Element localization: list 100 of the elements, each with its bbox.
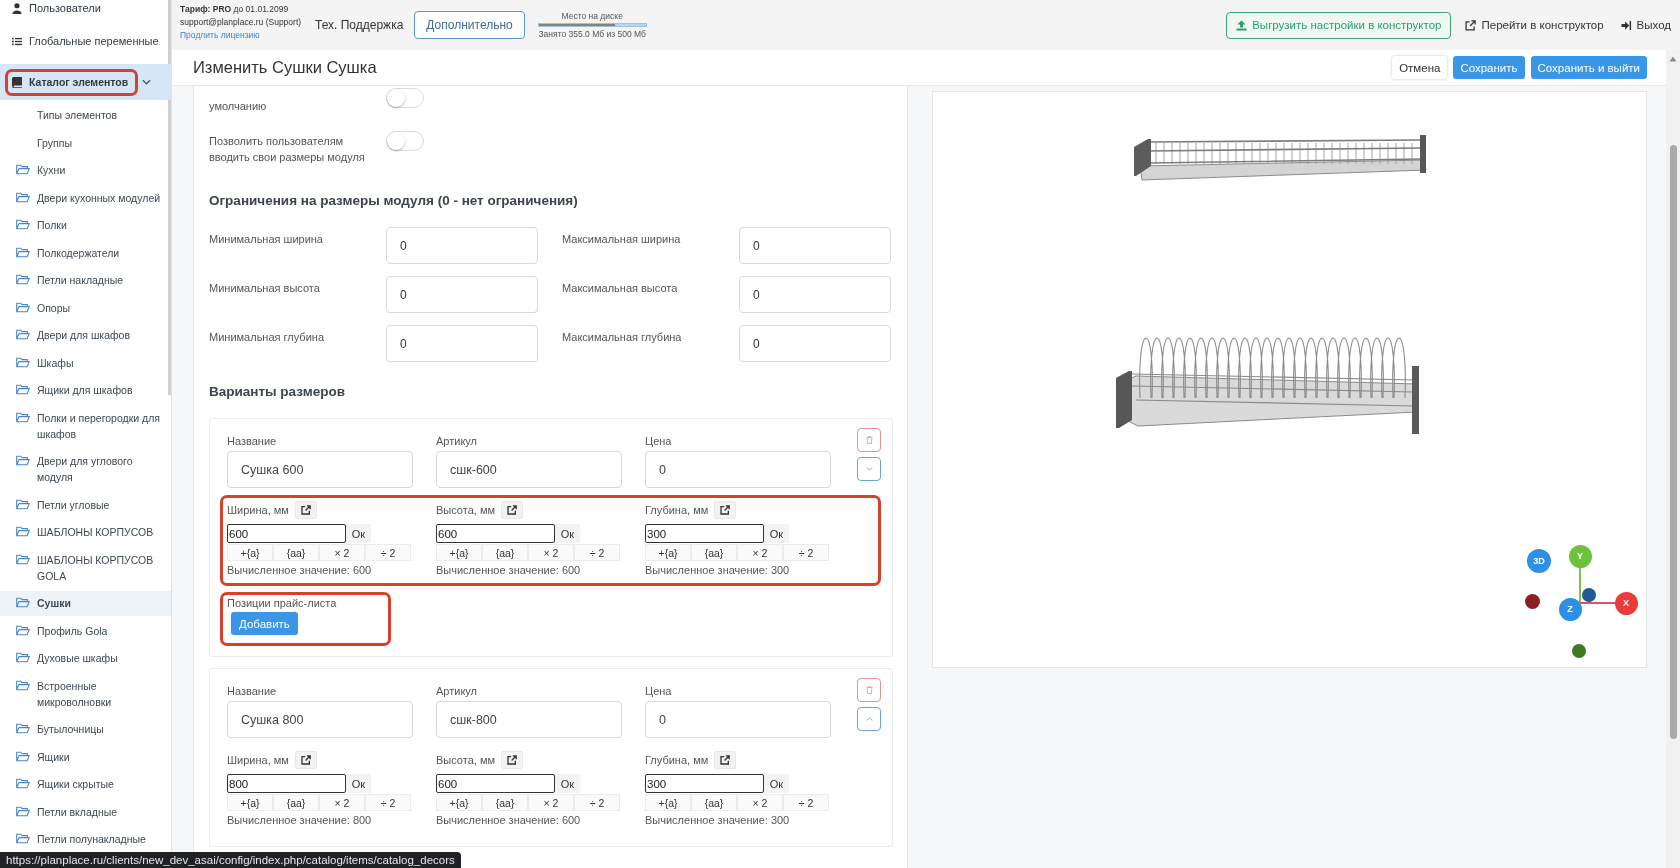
input-field[interactable]: 0 (386, 227, 538, 264)
external-link-button[interactable] (714, 751, 737, 769)
sidebar-item[interactable]: Ящики скрытые (0, 772, 171, 797)
formula-button[interactable]: ÷ 2 (365, 794, 411, 811)
formula-button[interactable]: × 2 (319, 544, 365, 561)
formula-button[interactable]: ÷ 2 (783, 544, 829, 561)
sidebar-item[interactable]: Петли накладные (0, 268, 171, 293)
formula-button[interactable]: ÷ 2 (783, 794, 829, 811)
formula-button[interactable]: × 2 (737, 544, 783, 561)
sidebar-item[interactable]: Шкафы (0, 350, 171, 375)
formula-button[interactable]: {aa} (482, 544, 528, 561)
input-field[interactable]: 600 (227, 524, 346, 543)
sidebar-item[interactable]: Профиль Gola (0, 618, 171, 643)
input-field[interactable]: 0 (386, 276, 538, 313)
formula-button[interactable]: {aa} (273, 794, 319, 811)
sidebar-item[interactable]: Пользователи (0, 0, 171, 27)
sidebar-item[interactable]: Типы элементов (0, 103, 171, 128)
sidebar-item[interactable]: Опоры (0, 295, 171, 320)
formula-button[interactable]: +{a} (227, 794, 273, 811)
formula-button[interactable]: ÷ 2 (365, 544, 411, 561)
more-button[interactable]: Дополнительно (414, 11, 525, 39)
ok-button[interactable]: Ок (764, 524, 789, 543)
formula-button[interactable]: +{a} (436, 794, 482, 811)
input-field[interactable]: 600 (436, 774, 555, 793)
formula-button[interactable]: {aa} (691, 794, 737, 811)
input-field[interactable]: 300 (645, 774, 764, 793)
axis-button[interactable]: X (1614, 591, 1638, 615)
external-link-button[interactable] (294, 751, 317, 769)
formula-button[interactable]: × 2 (528, 544, 574, 561)
input-field[interactable]: 300 (645, 524, 764, 543)
sidebar-item[interactable]: Двери кухонных модулей (0, 185, 171, 210)
input-field[interactable]: сшк-800 (436, 701, 622, 738)
sidebar-item[interactable]: Полки и перегородки для шкафов (0, 405, 171, 446)
input-field[interactable]: 600 (436, 524, 555, 543)
sidebar-item[interactable]: Полки (0, 213, 171, 238)
sidebar-item[interactable]: Бутылочницы (0, 717, 171, 742)
formula-button[interactable]: ÷ 2 (574, 544, 620, 561)
formula-button[interactable]: {aa} (691, 544, 737, 561)
sidebar-item[interactable]: Каталог элементов (0, 64, 171, 100)
sidebar-item[interactable]: Двери для шкафов (0, 323, 171, 348)
input-field[interactable]: 800 (227, 774, 346, 793)
sidebar-item[interactable]: Петли угловые (0, 492, 171, 517)
input-field[interactable]: Сушка 600 (227, 451, 413, 488)
input-field[interactable]: 0 (739, 276, 891, 313)
sidebar-item[interactable]: Встроенные микроволновки (0, 673, 171, 714)
formula-button[interactable]: {aa} (482, 794, 528, 811)
external-link-button[interactable] (294, 501, 317, 519)
formula-button[interactable]: ÷ 2 (574, 794, 620, 811)
input-field[interactable]: 0 (739, 227, 891, 264)
sidebar-item[interactable]: ШАБЛОНЫ КОРПУСОВ (0, 520, 171, 545)
renew-license-link[interactable]: Продлить лицензию (180, 29, 260, 42)
formula-button[interactable]: × 2 (319, 794, 365, 811)
sidebar-item[interactable]: Глобальные переменные (0, 27, 171, 55)
input-field[interactable]: 0 (645, 451, 831, 488)
formula-button[interactable]: +{a} (645, 794, 691, 811)
scrollbar-thumb[interactable] (168, 0, 171, 395)
sidebar-item[interactable]: Петли полунакладные (0, 827, 171, 852)
formula-button[interactable]: +{a} (645, 544, 691, 561)
scroll-up-icon[interactable] (1669, 56, 1677, 62)
sidebar-item[interactable]: Кухни (0, 158, 171, 183)
input-field[interactable]: сшк-600 (436, 451, 622, 488)
input-field[interactable]: 0 (645, 701, 831, 738)
input-field[interactable]: 0 (739, 325, 891, 362)
input-field[interactable]: 0 (386, 325, 538, 362)
formula-button[interactable]: +{a} (227, 544, 273, 561)
formula-button[interactable]: +{a} (436, 544, 482, 561)
toggle-switch[interactable] (386, 88, 424, 108)
ok-button[interactable]: Ок (555, 774, 580, 793)
sidebar-item[interactable]: Ящики (0, 744, 171, 769)
sidebar-item[interactable]: Духовые шкафы (0, 646, 171, 671)
axis-dot-icon[interactable] (1524, 593, 1540, 609)
sidebar-item[interactable]: Петли вкладные (0, 799, 171, 824)
axis-dot-icon[interactable] (1572, 644, 1586, 658)
ok-button[interactable]: Ок (346, 774, 371, 793)
support-link[interactable]: Тех. Поддержка (315, 18, 404, 32)
external-link-button[interactable] (501, 751, 523, 769)
toggle-switch[interactable] (386, 131, 424, 151)
move-button[interactable] (857, 457, 881, 481)
ok-button[interactable]: Ок (764, 774, 789, 793)
formula-button[interactable]: × 2 (528, 794, 574, 811)
external-link-button[interactable] (501, 501, 523, 519)
move-button[interactable] (857, 707, 881, 731)
scrollbar-thumb[interactable] (1669, 145, 1677, 739)
formula-button[interactable]: {aa} (273, 544, 319, 561)
sidebar-item[interactable]: ШАБЛОНЫ КОРПУСОВ GOLA (0, 547, 171, 588)
ok-button[interactable]: Ок (346, 524, 371, 543)
logout-link[interactable]: Выход (1620, 19, 1671, 31)
axis-dot-icon[interactable] (1582, 588, 1596, 602)
sidebar-item[interactable]: Ящики для шкафов (0, 378, 171, 403)
formula-button[interactable]: × 2 (737, 794, 783, 811)
sidebar-item[interactable]: Полкодержатели (0, 240, 171, 265)
ok-button[interactable]: Ок (555, 524, 580, 543)
chevron-down-icon[interactable] (142, 79, 151, 85)
sidebar-item[interactable]: Группы (0, 130, 171, 155)
external-link-button[interactable] (714, 501, 737, 519)
open-constructor-link[interactable]: Перейти в конструктор (1465, 19, 1604, 31)
sidebar-item[interactable]: Двери для углового модуля (0, 449, 171, 490)
sidebar-item[interactable]: Сушки (0, 591, 171, 616)
input-field[interactable]: Сушка 800 (227, 701, 413, 738)
cancel-button[interactable]: Отмена (1392, 56, 1448, 79)
